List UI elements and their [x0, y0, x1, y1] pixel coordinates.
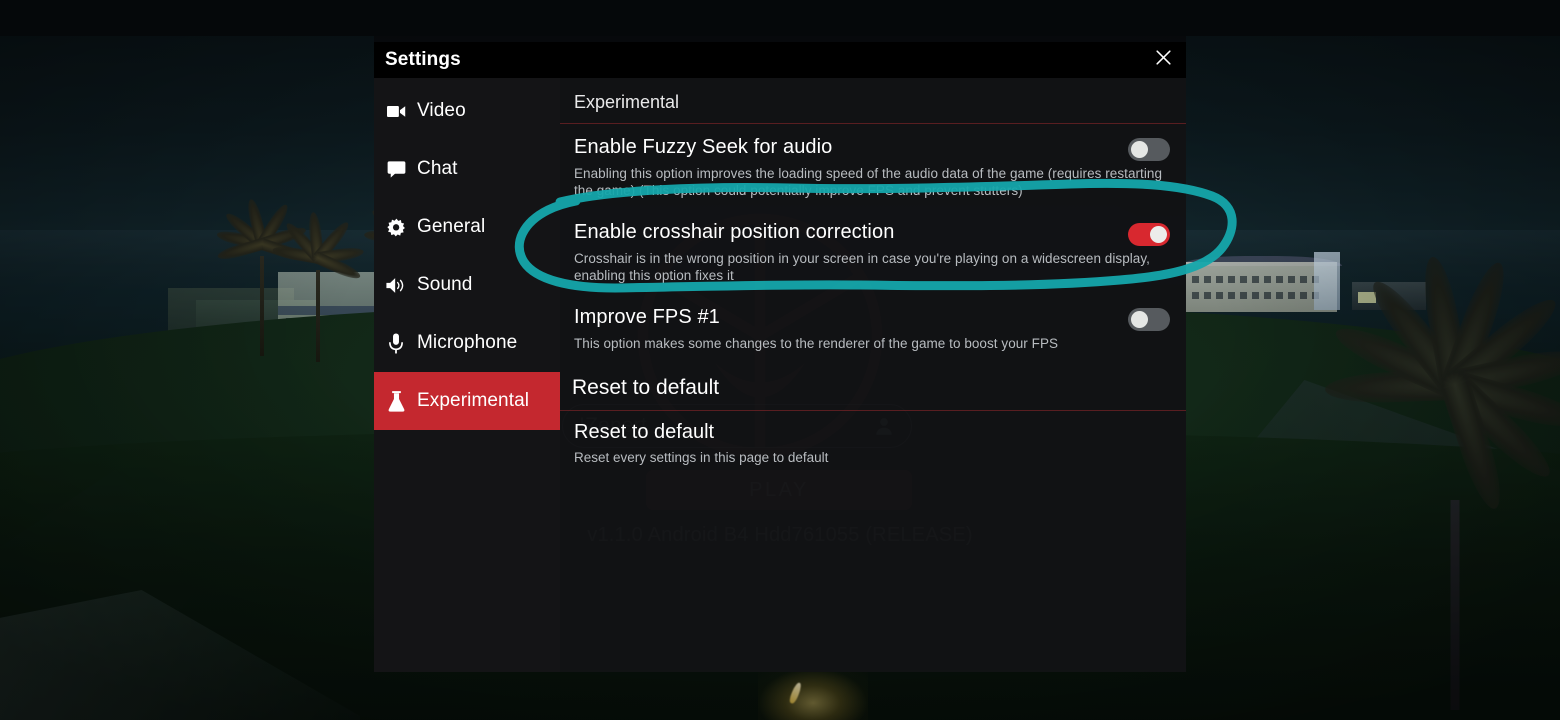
sidebar-item-label: Video — [417, 100, 466, 121]
palm-tree-foreground — [1324, 254, 1560, 710]
option-row-fuzzy-seek: Enable Fuzzy Seek for audio Enabling thi… — [560, 124, 1186, 209]
window-titlebar: Settings — [374, 42, 1186, 78]
option-description: Crosshair is in the wrong position in yo… — [574, 251, 1150, 283]
section-title-reset: Reset to default — [572, 376, 720, 399]
section-title-experimental: Experimental — [574, 92, 680, 112]
microphone-icon — [385, 332, 407, 354]
settings-content: Experimental Enable Fuzzy Seek for audio… — [560, 78, 1186, 672]
sidebar-item-video[interactable]: Video — [374, 82, 560, 140]
speaker-icon — [385, 277, 407, 294]
letterbox-top — [0, 0, 1560, 36]
sidebar-item-general[interactable]: General — [374, 198, 560, 256]
gear-icon — [385, 218, 407, 237]
option-description: Enabling this option improves the loadin… — [574, 166, 1163, 198]
palm-tree — [271, 211, 365, 362]
reset-description: Reset every settings in this page to def… — [574, 450, 829, 465]
chat-bubble-icon — [385, 160, 407, 178]
option-description: This option makes some changes to the re… — [574, 336, 1059, 351]
window-title: Settings — [385, 49, 461, 70]
option-title: Enable Fuzzy Seek for audio — [574, 136, 833, 158]
reset-title: Reset to default — [574, 421, 715, 443]
reset-to-default-row[interactable]: Reset to default Reset every settings in… — [560, 411, 1186, 475]
sidebar-item-sound[interactable]: Sound — [374, 256, 560, 314]
background-light-glow — [758, 668, 868, 720]
toggle-knob — [1131, 311, 1148, 328]
sidebar-item-label: Chat — [417, 158, 458, 179]
sidebar-item-label: Microphone — [417, 332, 518, 353]
sidebar-item-label: Sound — [417, 274, 473, 295]
sidebar-item-experimental[interactable]: Experimental — [374, 372, 560, 430]
sidebar-item-label: General — [417, 216, 486, 237]
sidebar-item-label: Experimental — [417, 390, 530, 411]
option-row-crosshair-correction: Enable crosshair position correction Cro… — [560, 209, 1186, 294]
toggle-knob — [1150, 226, 1167, 243]
sidebar-item-microphone[interactable]: Microphone — [374, 314, 560, 372]
option-title: Improve FPS #1 — [574, 306, 720, 328]
video-camera-icon — [385, 104, 407, 119]
toggle-fuzzy-seek[interactable] — [1128, 138, 1170, 161]
close-icon — [1154, 48, 1173, 72]
toggle-knob — [1131, 141, 1148, 158]
settings-body: Video Chat General Sound Microphone Expe… — [374, 78, 1186, 672]
settings-sidebar: Video Chat General Sound Microphone Expe… — [374, 78, 560, 672]
background-windows — [1192, 292, 1319, 299]
screen-root: IZenert PLAY v1.1.0 Android B4 Hdd761055… — [0, 0, 1560, 720]
background-building — [1314, 252, 1340, 310]
background-windows — [1192, 276, 1319, 283]
option-row-improve-fps: Improve FPS #1 This option makes some ch… — [560, 294, 1186, 362]
option-title: Enable crosshair position correction — [574, 221, 895, 243]
settings-window: Settings Video Chat General Sound Microp… — [374, 42, 1186, 672]
flask-icon — [385, 390, 407, 412]
close-button[interactable] — [1140, 42, 1186, 78]
sidebar-item-chat[interactable]: Chat — [374, 140, 560, 198]
toggle-crosshair-correction[interactable] — [1128, 223, 1170, 246]
toggle-improve-fps[interactable] — [1128, 308, 1170, 331]
